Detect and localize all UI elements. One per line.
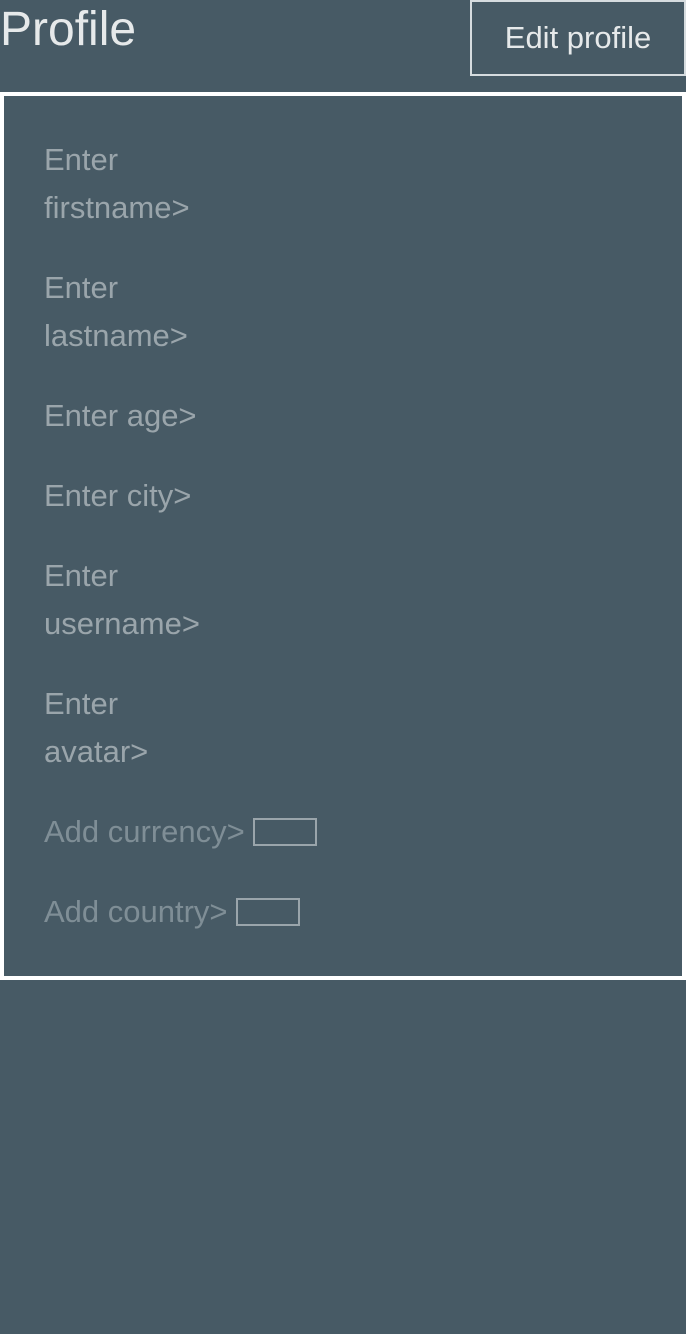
city-placeholder: Enter city> [44,478,192,513]
lastname-field[interactable]: Enter lastname> [44,264,384,360]
age-placeholder: Enter age> [44,398,197,433]
country-select[interactable] [235,897,300,926]
avatar-field[interactable]: Enter avatar> [44,680,384,776]
avatar-placeholder: Enter avatar> [44,686,149,769]
lastname-placeholder: Enter lastname> [44,270,188,353]
profile-header: Profile Edit profile [0,0,686,92]
currency-select[interactable] [252,817,317,846]
firstname-field[interactable]: Enter firstname> [44,136,384,232]
username-field[interactable]: Enter username> [44,552,384,648]
username-placeholder: Enter username> [44,558,200,641]
edit-profile-button[interactable]: Edit profile [470,0,686,76]
age-field[interactable]: Enter age> [44,392,384,440]
currency-row: Add currency> [44,808,644,856]
city-field[interactable]: Enter city> [44,472,384,520]
page-title: Profile [0,3,137,56]
profile-form: Enter firstname> Enter lastname> Enter a… [0,92,686,980]
country-row: Add country> [44,888,644,936]
firstname-placeholder: Enter firstname> [44,142,190,225]
currency-label: Add currency> [44,814,245,849]
country-label: Add country> [44,894,228,929]
